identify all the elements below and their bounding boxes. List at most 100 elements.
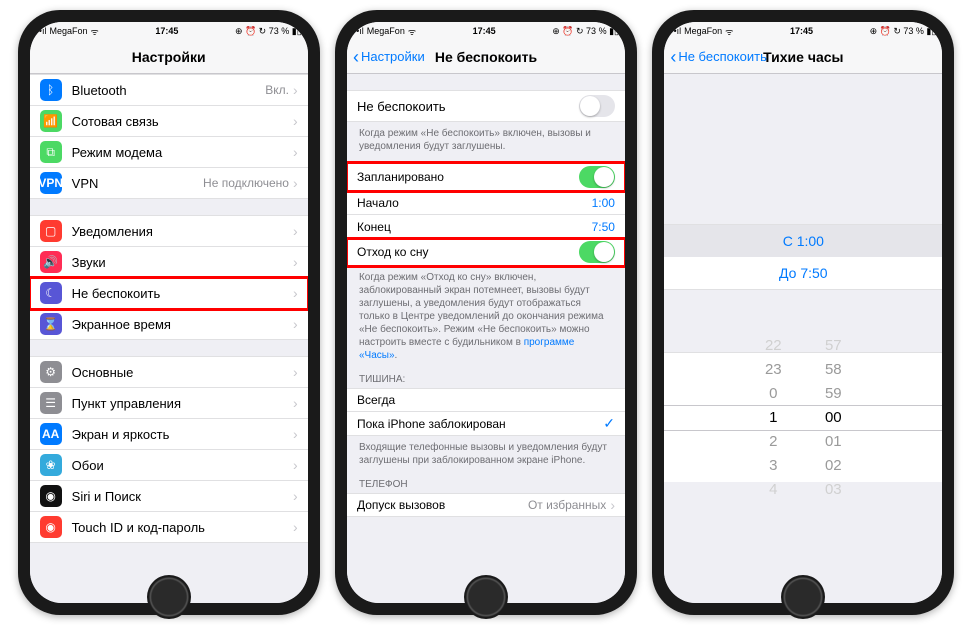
picker-value[interactable]: 3 — [743, 454, 803, 478]
bedtime-toggle[interactable] — [579, 241, 615, 263]
page-title: Не беспокоить — [435, 49, 537, 65]
chevron-right-icon: › — [293, 175, 298, 191]
settings-row-touch-id-и-код-пароль[interactable]: ◉ Touch ID и код-пароль› — [30, 512, 308, 543]
row-label: VPN — [72, 176, 203, 191]
chevron-right-icon: › — [293, 519, 298, 535]
home-button[interactable] — [781, 575, 825, 619]
chevron-right-icon: › — [293, 254, 298, 270]
home-button[interactable] — [464, 575, 508, 619]
row-detail: Не подключено — [203, 176, 289, 190]
bt-icon: ᛒ — [40, 79, 62, 101]
row-label: Bluetooth — [72, 83, 266, 98]
settings-row-обои[interactable]: ❀ Обои› — [30, 450, 308, 481]
from-time-row[interactable]: С 1:00 — [664, 225, 942, 257]
home-button[interactable] — [147, 575, 191, 619]
row-label: Siri и Поиск — [72, 489, 293, 504]
picker-value[interactable]: 59 — [803, 382, 863, 406]
bedtime-row[interactable]: Отход ко сну — [347, 239, 625, 266]
dnd-footer: Когда режим «Не беспокоить» включен, выз… — [347, 122, 625, 155]
settings-row-bluetooth[interactable]: ᛒ BluetoothВкл. › — [30, 74, 308, 106]
chevron-right-icon: › — [293, 457, 298, 473]
settings-row-основные[interactable]: ⚙ Основные› — [30, 356, 308, 388]
row-label: Основные — [72, 365, 293, 380]
chevron-left-icon: ‹ — [353, 48, 359, 66]
bedtime-footer: Когда режим «Отход ко сну» включен, забл… — [347, 266, 625, 364]
chevron-right-icon: › — [293, 426, 298, 442]
navbar: ‹ Не беспокоить Тихие часы — [664, 40, 942, 74]
dnd-icon: ☾ — [40, 282, 62, 304]
settings-row-siri-и-поиск[interactable]: ◉Siri и Поиск› — [30, 481, 308, 512]
row-label: Не беспокоить — [72, 286, 293, 301]
silence-header: ТИШИНА: — [347, 364, 625, 388]
page-title: Тихие часы — [763, 49, 843, 65]
to-time-row[interactable]: До 7:50 — [664, 257, 942, 289]
checkmark-icon: ✓ — [603, 415, 615, 432]
chevron-right-icon: › — [293, 316, 298, 332]
scheduled-row[interactable]: Запланировано — [347, 163, 625, 191]
phone-settings: ••ılMegaFonᯤ 17:45 ⊕ ⏰ ↻ 73 % ▮▯ Настрой… — [18, 10, 320, 615]
row-label: Уведомления — [72, 224, 293, 239]
row-label: Обои — [72, 458, 293, 473]
settings-row-режим-модема[interactable]: ⧉Режим модема› — [30, 137, 308, 168]
picker-value[interactable]: 03 — [803, 478, 863, 502]
row-label: Экранное время — [72, 317, 293, 332]
wall-icon: ❀ — [40, 454, 62, 476]
settings-row-экранное-время[interactable]: ⌛ Экранное время› — [30, 309, 308, 340]
back-button[interactable]: ‹ Не беспокоить — [670, 48, 767, 66]
back-button[interactable]: ‹ Настройки — [353, 48, 425, 66]
start-time-row[interactable]: Начало 1:00 — [347, 191, 625, 215]
chevron-right-icon: › — [610, 497, 615, 513]
picker-value[interactable]: 00 — [803, 406, 863, 430]
disp-icon: AA — [40, 423, 62, 445]
phone-header: ТЕЛЕФОН — [347, 469, 625, 493]
picker-value[interactable]: 58 — [803, 358, 863, 382]
picker-value[interactable]: 1 — [743, 406, 803, 430]
row-label: Touch ID и код-пароль — [72, 520, 293, 535]
status-bar: ••ılMegaFonᯤ 17:45 ⊕ ⏰ ↻ 73 % ▮▯ — [30, 22, 308, 40]
chevron-right-icon: › — [293, 113, 298, 129]
row-label: Звуки — [72, 255, 293, 270]
siri-icon: ◉ — [40, 485, 62, 507]
picker-value[interactable]: 01 — [803, 430, 863, 454]
phone-quiet-hours: ••ılMegaFonᯤ 17:45 ⊕ ⏰ ↻ 73 % ▮▯ ‹ Не бе… — [652, 10, 954, 615]
picker-value[interactable]: 0 — [743, 382, 803, 406]
page-title: Настройки — [132, 49, 206, 65]
allow-calls-row[interactable]: Допуск вызовов От избранных › — [347, 493, 625, 517]
time-picker[interactable]: 222301234 57585900010203 — [664, 352, 942, 482]
chevron-right-icon: › — [293, 82, 298, 98]
dnd-toggle-row[interactable]: Не беспокоить — [347, 90, 625, 122]
picker-value[interactable]: 2 — [743, 430, 803, 454]
chevron-left-icon: ‹ — [670, 48, 676, 66]
settings-row-vpn[interactable]: VPNVPNНе подключено› — [30, 168, 308, 199]
picker-value[interactable]: 57 — [803, 334, 863, 358]
settings-row-сотовая-связь[interactable]: 📶Сотовая связь› — [30, 106, 308, 137]
silence-footer: Входящие телефонные вызовы и уведомления… — [347, 436, 625, 469]
chevron-right-icon: › — [293, 223, 298, 239]
settings-row-пункт-управления[interactable]: ☰Пункт управления› — [30, 388, 308, 419]
ctrl-icon: ☰ — [40, 392, 62, 414]
status-bar: ••ılMegaFonᯤ 17:45 ⊕ ⏰ ↻ 73 % ▮▯ — [664, 22, 942, 40]
touch-icon: ◉ — [40, 516, 62, 538]
silence-locked-row[interactable]: Пока iPhone заблокирован ✓ — [347, 412, 625, 436]
dnd-toggle[interactable] — [579, 95, 615, 117]
phone-dnd: ••ılMegaFonᯤ 17:45 ⊕ ⏰ ↻ 73 % ▮▯ ‹ Настр… — [335, 10, 637, 615]
scheduled-toggle[interactable] — [579, 166, 615, 188]
settings-row-не-беспокоить[interactable]: ☾Не беспокоить› — [30, 278, 308, 309]
silence-always-row[interactable]: Всегда — [347, 388, 625, 412]
gen-icon: ⚙ — [40, 361, 62, 383]
chevron-right-icon: › — [293, 364, 298, 380]
settings-row-уведомления[interactable]: ▢Уведомления› — [30, 215, 308, 247]
end-time-row[interactable]: Конец 7:50 — [347, 215, 625, 239]
settings-row-экран-и-яркость[interactable]: AA Экран и яркость› — [30, 419, 308, 450]
screen-icon: ⌛ — [40, 313, 62, 335]
settings-row-звуки[interactable]: 🔊Звуки› — [30, 247, 308, 278]
row-label: Экран и яркость — [72, 427, 293, 442]
picker-value[interactable]: 02 — [803, 454, 863, 478]
navbar: ‹ Настройки Не беспокоить — [347, 40, 625, 74]
picker-value[interactable]: 22 — [743, 334, 803, 358]
row-label: Режим модема — [72, 145, 293, 160]
picker-value[interactable]: 23 — [743, 358, 803, 382]
picker-value[interactable]: 4 — [743, 478, 803, 502]
row-detail: Вкл. — [265, 83, 289, 97]
row-label: Пункт управления — [72, 396, 293, 411]
